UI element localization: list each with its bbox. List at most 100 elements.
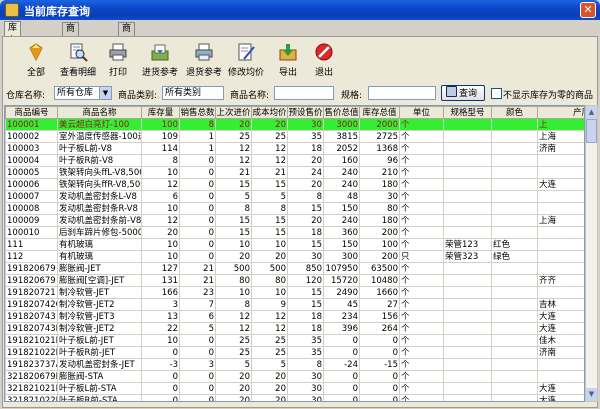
table-row[interactable]: 100003 叶子板L前-V8 114 1 12 12 18 2052 1368 个济南 (5, 142, 584, 155)
table-row[interactable]: 100006 铁架转向头ffR-V8,500 12 0 15 15 20 240 180 个大连 (5, 178, 584, 191)
table-cell: 10 (141, 202, 180, 215)
table-row[interactable]: 191820742C 制冷软管-JET2 3 7 8 9 15 45 27 个 吉林 (5, 298, 584, 311)
table-cell: 240 (323, 214, 360, 227)
column-header[interactable]: 单位 (399, 106, 444, 119)
table-row[interactable]: 100005 铁架转向头ffL-V8,500 10 0 21 21 24 240 210 个 (5, 166, 584, 179)
table-row[interactable]: 191821021E 叶子板L前-JET 10 0 25 25 35 0 0 个佳木 (5, 334, 584, 347)
table-cell: 个 (399, 298, 444, 311)
table-row[interactable]: 100009 发动机盖密封条前-V8 12 0 15 15 20 240 180 个上海 (5, 214, 584, 227)
column-header[interactable]: 规格型号 (443, 106, 492, 119)
table-cell (443, 358, 492, 371)
table-cell: 191823737A (5, 358, 58, 371)
table-row[interactable]: 100010 后刹车蹄片修包-5000, 20 0 15 15 18 360 200 个 (5, 226, 584, 239)
table-row[interactable]: 191823737A 发动机盖密封条-JET -3 3 5 5 8 -24 -15 个 (5, 358, 584, 371)
vertical-scrollbar[interactable]: ▲ ▼ (585, 105, 598, 402)
exit-button[interactable]: 退出 (302, 42, 346, 78)
table-cell: 12 (141, 214, 180, 227)
warehouse-value: 所有仓库 (57, 88, 94, 98)
product-name-label: 商品名称: (230, 91, 270, 101)
table-cell: 10 (141, 166, 180, 179)
table-row[interactable]: 191820721 制冷软管-JET 166 23 10 10 15 2490 1660 个 (5, 286, 584, 299)
column-header[interactable]: 售价总值 (323, 106, 360, 119)
table-cell: 131 (141, 274, 180, 287)
return-ref-button[interactable]: 退货参考 (182, 42, 226, 78)
table-cell: 240 (323, 166, 360, 179)
table-row[interactable]: 100001 美云超白亮灯-100 100 8 20 20 30 3000 2000 个上 (5, 118, 584, 131)
table-row[interactable]: 112 有机玻璃 10 0 20 20 30 300 200 只荣管323 绿色 (5, 250, 584, 263)
table-cell: 个 (399, 322, 444, 335)
table-row[interactable]: 191820743 制冷软管-JET3 13 6 12 12 18 234 156 个大连 (5, 310, 584, 323)
table-cell: 8 (287, 358, 324, 371)
column-header[interactable]: 颜色 (491, 106, 538, 119)
product-name-input[interactable] (274, 86, 334, 100)
scroll-down-icon[interactable]: ▼ (586, 388, 597, 401)
table-cell: 15 (287, 298, 324, 311)
table-cell: 127 (141, 262, 180, 275)
warehouse-select[interactable]: 所有仓库 ▼ (54, 86, 112, 100)
table-cell (491, 382, 538, 395)
column-header[interactable]: 产厂 (537, 106, 584, 119)
table-cell: 15 (215, 178, 252, 191)
table-row[interactable]: 100007 发动机盖密封条L-V8 6 0 5 5 8 48 30 个 (5, 190, 584, 203)
table-cell: 1 (179, 142, 216, 155)
table-row[interactable]: 321820679B 膨胀阀-STA 0 0 20 20 30 0 0 个 (5, 370, 584, 383)
hide-zero-checkbox[interactable] (491, 88, 502, 99)
table-row[interactable]: 111 有机玻璃 10 0 10 10 15 150 100 个荣管123 红色 (5, 238, 584, 251)
column-header[interactable]: 预设售价 (287, 106, 324, 119)
table-row[interactable]: 100004 叶子板R前-V8 8 0 12 12 20 160 96 个 (5, 154, 584, 167)
table-cell (537, 202, 584, 215)
table-cell: 铁架转向头ffL-V8,500 (57, 166, 142, 179)
table-cell: 80 (251, 274, 288, 287)
tab-product-changes[interactable]: 商品变动情况 (62, 22, 80, 99)
table-cell: 0 (323, 370, 360, 383)
spec-input[interactable] (368, 86, 436, 100)
table-cell: 20 (215, 370, 252, 383)
table-row[interactable]: 100008 发动机盖密封条R-V8 10 0 8 8 15 150 80 个 (5, 202, 584, 215)
table-cell: 叶子板R前-STA (57, 394, 142, 401)
scroll-thumb[interactable] (586, 119, 597, 143)
table-row[interactable]: 321821022M 叶子板R前-STA 0 0 20 20 30 0 0 个大连 (5, 394, 584, 401)
table-cell (443, 346, 492, 359)
table-cell: 2000 (359, 118, 400, 131)
table-row[interactable]: 191820743K 制冷软管-JET2 22 5 12 12 18 396 264 个大连 (5, 322, 584, 335)
table-cell: 30 (287, 382, 324, 395)
view-detail-button[interactable]: 查看明细 (56, 42, 100, 78)
column-header[interactable]: 上次进价 (215, 106, 252, 119)
table-cell: 12 (251, 154, 288, 167)
modify-price-button[interactable]: 修改均价 (224, 42, 268, 78)
table-cell: 25 (251, 334, 288, 347)
column-header[interactable]: 商品名称 (57, 106, 142, 119)
category-field[interactable]: 所有类别 (162, 86, 224, 100)
table-cell (443, 310, 492, 323)
table-row[interactable]: 191820679 膨胀阀[空调]-JET 131 21 80 80 120 15720 104… (5, 274, 584, 287)
table-cell: 321821022M (5, 394, 58, 401)
inventory-grid[interactable]: 商品编号 商品名称 库存量 销售总数 上次进价 成本均价 预设售价 售价总值 库存总值 单位 规格型… (4, 105, 585, 402)
table-cell: 191820743K (5, 322, 58, 335)
tab-product-info[interactable]: 商品信息查询 (118, 22, 136, 99)
column-header[interactable]: 销售总数 (179, 106, 216, 119)
table-row[interactable]: 100002 室外温度传感器-100进 109 1 25 25 35 3815 2725 个上海 (5, 130, 584, 143)
table-cell: 191821021E (5, 334, 58, 347)
table-cell: 0 (141, 370, 180, 383)
column-header[interactable]: 成本均价 (251, 106, 288, 119)
print-button[interactable]: 打印 (96, 42, 140, 78)
purchase-ref-button[interactable]: 进货参考 (138, 42, 182, 78)
column-header[interactable]: 库存量 (141, 106, 180, 119)
table-cell: 80 (359, 202, 400, 215)
table-cell (537, 166, 584, 179)
chevron-down-icon[interactable]: ▼ (99, 87, 111, 99)
table-row[interactable]: 191820679 膨胀阀-JET 127 21 500 500 850 107950 6350… (5, 262, 584, 275)
column-header[interactable]: 库存总值 (359, 106, 400, 119)
column-header[interactable]: 商品编号 (5, 106, 58, 119)
table-row[interactable]: 191821022E 叶子板R前-JET 0 0 25 25 35 0 0 个济南 (5, 346, 584, 359)
show-all-button[interactable]: 全部 (14, 42, 58, 78)
scroll-up-icon[interactable]: ▲ (586, 106, 597, 119)
table-cell: 发动机盖密封条L-V8 (57, 190, 142, 203)
close-button[interactable]: ✕ (580, 2, 596, 18)
filter-bar: 仓库名称: 所有仓库 ▼ 商品类别: 所有类别 商品名称: 规格: 查询 不显示… (0, 85, 600, 102)
table-cell: 个 (399, 166, 444, 179)
table-row[interactable]: 321821021M 叶子板L前-STA 0 0 20 20 30 0 0 个大连 (5, 382, 584, 395)
tab-inventory-changes[interactable]: 库存变动情况 (4, 21, 22, 98)
query-button[interactable]: 查询 (441, 85, 485, 101)
table-cell (537, 286, 584, 299)
